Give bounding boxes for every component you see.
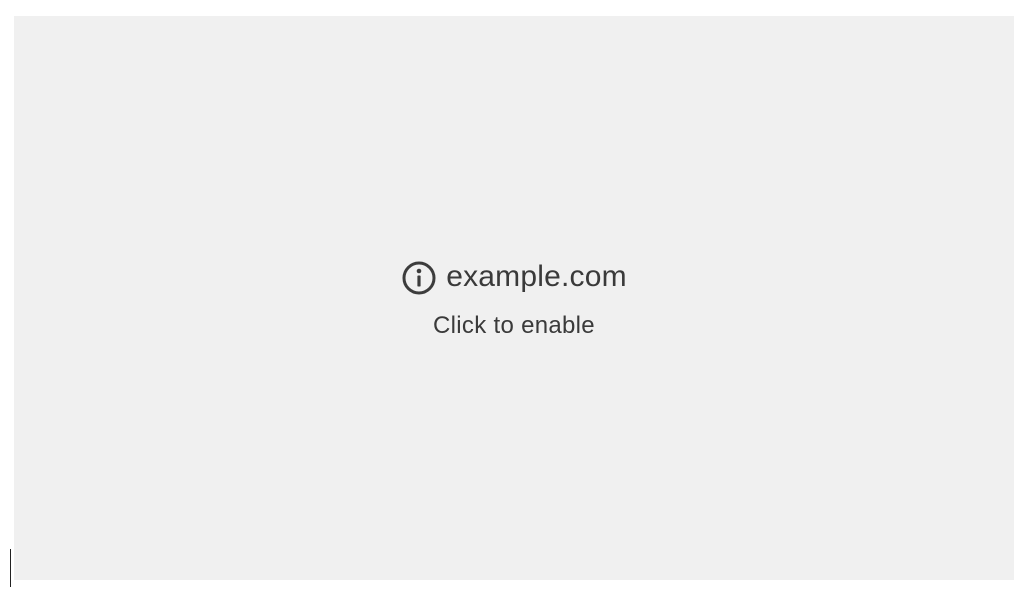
info-icon	[401, 260, 437, 296]
plugin-placeholder[interactable]: example.com Click to enable	[14, 16, 1014, 580]
click-to-enable-label[interactable]: Click to enable	[433, 312, 595, 340]
text-cursor	[10, 549, 11, 587]
site-name: example.com	[446, 260, 627, 293]
placeholder-title-row: example.com	[401, 258, 627, 296]
placeholder-content: example.com Click to enable	[14, 258, 1014, 340]
